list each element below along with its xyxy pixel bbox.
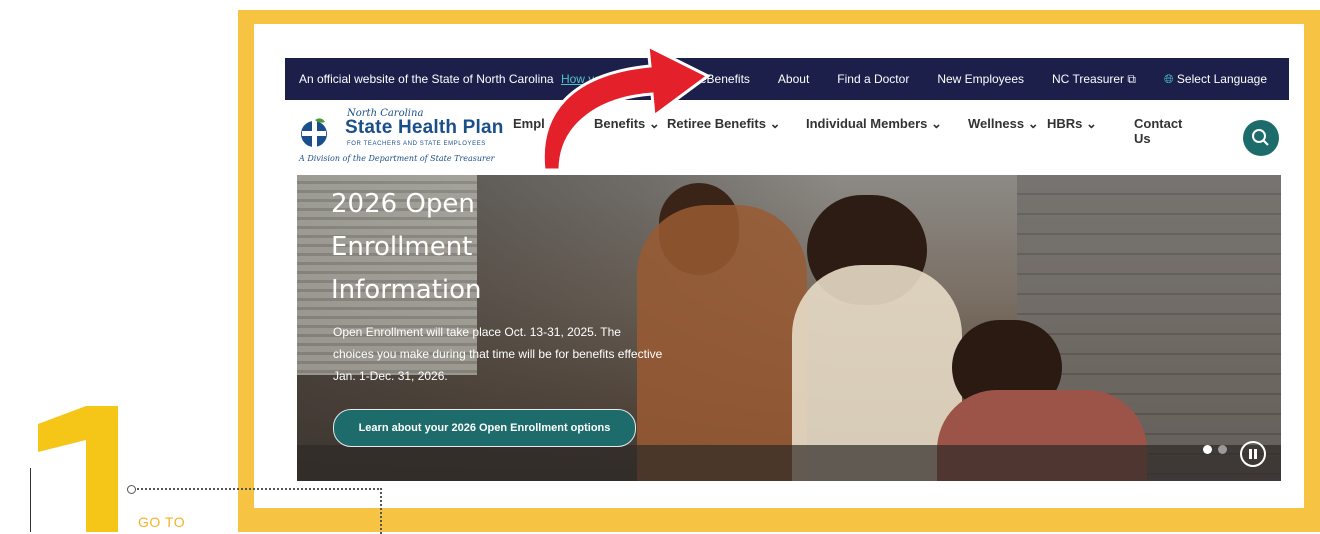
utility-links: eBenefits About Find a Doctor New Employ… [700,72,1289,87]
step-number-one [38,406,118,532]
globe-icon: 🌐︎ [1163,71,1174,86]
main-header: North Carolina State Health Plan FOR TEA… [285,100,1289,174]
nav-wellness[interactable]: Wellness ⌄ [968,116,1039,132]
new-employees-link[interactable]: New Employees [937,72,1024,86]
curved-arrow-icon [541,43,711,172]
official-text: An official website of the State of Nort… [299,72,554,86]
nc-treasurer-link[interactable]: NC Treasurer ⧉ [1052,72,1136,87]
chevron-down-icon: ⌄ [1086,116,1097,131]
chevron-down-icon: ⌄ [931,116,942,131]
chevron-down-icon: ⌄ [1027,116,1039,131]
carousel-dot-2[interactable] [1218,445,1227,454]
find-doctor-link[interactable]: Find a Doctor [837,72,909,86]
shp-logo[interactable]: North Carolina State Health Plan FOR TEA… [299,108,503,168]
nav-contact-label: Contact [1134,116,1183,131]
hero-title-line3: Information [331,275,482,305]
nav-hbrs[interactable]: HBRs ⌄ [1047,116,1097,132]
nav-contact-us[interactable]: Contact Us [1134,116,1182,146]
nc-treasurer-label: NC Treasurer [1052,71,1125,86]
carousel-dot-1[interactable] [1203,445,1212,454]
arrow-guide-line [30,468,31,532]
step-label: GO TO [138,514,186,530]
nav-us-label: Us [1134,131,1151,146]
open-enrollment-button[interactable]: Learn about your 2026 Open Enrollment op… [333,409,636,447]
logo-line2: State Health Plan [345,117,504,138]
logo-line3: FOR TEACHERS AND STATE EMPLOYEES [347,141,486,147]
nav-hbrs-label: HBRs [1047,116,1083,131]
hero-title-line2: Enrollment [331,232,473,262]
nav-wellness-label: Wellness [968,116,1025,131]
nav-individual-members[interactable]: Individual Members ⌄ [806,116,942,132]
nav-individual-label: Individual Members [806,116,928,131]
select-language-label: Select Language [1176,71,1267,86]
hero-title: 2026 Open Enrollment Information [331,183,631,312]
search-button[interactable] [1243,120,1279,156]
logo-apple-icon [301,118,327,147]
hero-banner: 2026 Open Enrollment Information Open En… [297,175,1281,481]
hero-table [297,445,1281,481]
pause-icon [1249,449,1257,459]
utility-bar: An official website of the State of Nort… [285,58,1289,100]
select-language-link[interactable]: 🌐︎ Select Language [1164,72,1267,87]
carousel-pause-button[interactable] [1240,441,1266,467]
connector-node [127,485,136,494]
search-icon [1252,129,1269,146]
hero-title-line1: 2026 Open [331,189,475,219]
logo-line4: A Division of the Department of State Tr… [299,154,495,163]
chevron-down-icon: ⌄ [769,116,781,131]
hero-description: Open Enrollment will take place Oct. 13-… [333,325,663,383]
external-link-icon: ⧉ [1127,71,1136,86]
about-link[interactable]: About [778,72,809,86]
carousel-indicators [1203,445,1227,454]
